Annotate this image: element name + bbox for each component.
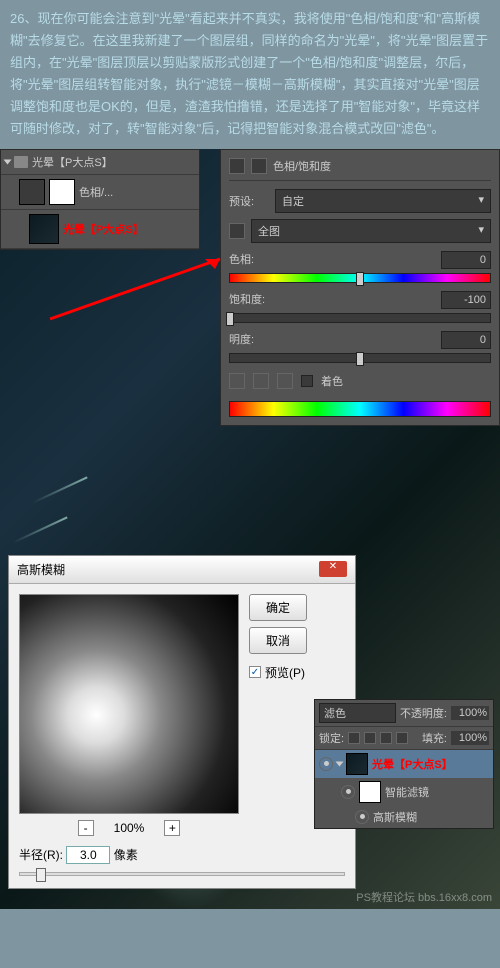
visibility-icon[interactable] xyxy=(319,757,333,771)
preview-image[interactable] xyxy=(19,594,239,814)
layer-label: 光晕【P大点S】 xyxy=(63,221,144,237)
gaussian-blur-dialog: 高斯模糊 ✕ - 100% + 确定 取消 ✓ 预览(P) xyxy=(8,555,356,889)
preset-select[interactable]: 自定▾ xyxy=(275,189,491,213)
range-select[interactable]: 全图▾ xyxy=(251,219,491,243)
dialog-title: 高斯模糊 xyxy=(17,561,65,578)
layer-group-row[interactable]: 光晕【P大点S】 xyxy=(1,150,199,175)
zoom-value: 100% xyxy=(114,821,145,835)
opacity-value[interactable]: 100% xyxy=(451,706,489,720)
adj-thumb xyxy=(19,179,45,205)
slider-thumb[interactable] xyxy=(36,868,46,882)
layer-row[interactable]: 光晕【P大点S】 xyxy=(1,210,199,249)
visibility-icon[interactable] xyxy=(341,785,355,799)
close-button[interactable]: ✕ xyxy=(319,561,347,577)
light-slider[interactable] xyxy=(229,353,491,363)
chevron-down-icon: ▾ xyxy=(478,193,484,209)
filter-name: 高斯模糊 xyxy=(373,809,417,825)
adj-icon xyxy=(251,158,267,174)
hue-value[interactable]: 0 xyxy=(441,251,491,269)
preview-checkbox[interactable]: ✓ xyxy=(249,666,261,678)
filter-label: 智能滤镜 xyxy=(385,784,429,800)
sat-value[interactable]: -100 xyxy=(441,291,491,309)
mask-thumb xyxy=(359,781,381,803)
disclosure-icon[interactable] xyxy=(336,761,344,766)
eyedropper-icon[interactable] xyxy=(229,373,245,389)
preset-label: 预设: xyxy=(229,193,269,209)
folder-icon xyxy=(14,156,28,168)
fill-value[interactable]: 100% xyxy=(451,731,489,745)
lock-pos-icon[interactable] xyxy=(380,732,392,744)
fill-label: 填充: xyxy=(422,730,447,746)
colorize-checkbox[interactable] xyxy=(301,375,313,387)
spectrum-bar xyxy=(229,401,491,417)
slider-thumb[interactable] xyxy=(226,312,234,326)
filter-item-row[interactable]: 高斯模糊 xyxy=(315,806,493,828)
chevron-down-icon: ▾ xyxy=(478,223,484,239)
eyedropper-add-icon[interactable] xyxy=(253,373,269,389)
group-label: 光晕【P大点S】 xyxy=(32,154,113,170)
adj-label: 色相/... xyxy=(79,184,113,200)
lock-pixel-icon[interactable] xyxy=(364,732,376,744)
mask-thumb xyxy=(49,179,75,205)
layer-thumb xyxy=(29,214,59,244)
smart-object-row[interactable]: 光晕【P大点S】 xyxy=(315,750,493,778)
slider-thumb[interactable] xyxy=(356,352,364,366)
lock-all-icon[interactable] xyxy=(396,732,408,744)
colorize-label: 着色 xyxy=(321,373,343,389)
radius-input[interactable]: 3.0 xyxy=(66,846,110,864)
layer-name: 光晕【P大点S】 xyxy=(372,756,453,772)
eyedropper-sub-icon[interactable] xyxy=(277,373,293,389)
composite-area: 光晕【P大点S】 色相/... 光晕【P大点S】 色相/饱和度 预设: 自定▾ xyxy=(0,149,500,909)
radius-label: 半径(R): xyxy=(19,848,63,862)
layers-panel-bottom: 滤色 不透明度: 100% 锁定: 填充: 100% 光晕【P大点S】 智能滤镜… xyxy=(314,699,494,829)
preview-label: 预览(P) xyxy=(265,664,305,681)
panel-title: 色相/饱和度 xyxy=(273,158,331,174)
opacity-label: 不透明度: xyxy=(400,705,447,721)
slider-thumb[interactable] xyxy=(356,272,364,286)
light-value[interactable]: 0 xyxy=(441,331,491,349)
lock-label: 锁定: xyxy=(319,730,344,746)
hue-slider[interactable] xyxy=(229,273,491,283)
layers-panel-top: 光晕【P大点S】 色相/... 光晕【P大点S】 xyxy=(0,149,200,250)
zoom-out-button[interactable]: - xyxy=(78,820,94,836)
hue-label: 色相: xyxy=(229,251,254,269)
watermark: PS教程论坛 bbs.16xx8.com xyxy=(356,889,492,905)
tutorial-text: 26、现在你可能会注意到"光晕"看起来并不真实，我将使用"色相/饱和度"和"高斯… xyxy=(0,0,500,149)
hue-saturation-panel: 色相/饱和度 预设: 自定▾ 全图▾ 色相: 0 饱和度: -100 明度: 0 着色 xyxy=(220,149,500,426)
hand-icon[interactable] xyxy=(229,223,245,239)
zoom-in-button[interactable]: + xyxy=(164,820,180,836)
dialog-titlebar[interactable]: 高斯模糊 ✕ xyxy=(9,556,355,584)
sat-slider[interactable] xyxy=(229,313,491,323)
radius-unit: 像素 xyxy=(114,848,138,862)
layer-thumb xyxy=(346,753,368,775)
blend-mode-select[interactable]: 滤色 xyxy=(319,703,396,723)
save-icon[interactable] xyxy=(229,158,245,174)
smart-filters-row[interactable]: 智能滤镜 xyxy=(315,778,493,806)
cancel-button[interactable]: 取消 xyxy=(249,627,307,654)
radius-slider[interactable] xyxy=(19,872,345,876)
adjustment-layer-row[interactable]: 色相/... xyxy=(1,175,199,210)
sat-label: 饱和度: xyxy=(229,291,265,309)
ok-button[interactable]: 确定 xyxy=(249,594,307,621)
disclosure-icon[interactable] xyxy=(4,159,12,164)
visibility-icon[interactable] xyxy=(355,810,369,824)
light-label: 明度: xyxy=(229,331,254,349)
lock-trans-icon[interactable] xyxy=(348,732,360,744)
